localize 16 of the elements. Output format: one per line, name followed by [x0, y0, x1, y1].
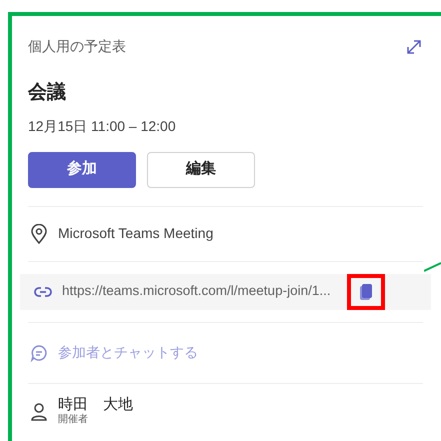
organizer-role: 開催者 [58, 414, 89, 426]
link-icon [34, 286, 52, 296]
expand-icon[interactable] [405, 38, 423, 56]
person-icon [30, 402, 48, 422]
location-text: Microsoft Teams Meeting [58, 224, 214, 243]
copy-icon [358, 282, 373, 300]
location-pin-icon [30, 224, 48, 244]
edit-button[interactable]: 編集 [147, 152, 255, 188]
leader-line [424, 262, 441, 272]
organizer-name: 時田 大地 [58, 396, 133, 414]
panel-title: 個人用の予定表 [28, 37, 126, 56]
event-time: 12月15日 11:00 – 12:00 [27, 116, 177, 136]
chat-icon [30, 344, 48, 362]
event-title: 会議 [26, 80, 67, 105]
join-button[interactable]: 参加 [28, 152, 136, 188]
copy-button[interactable] [346, 274, 385, 310]
